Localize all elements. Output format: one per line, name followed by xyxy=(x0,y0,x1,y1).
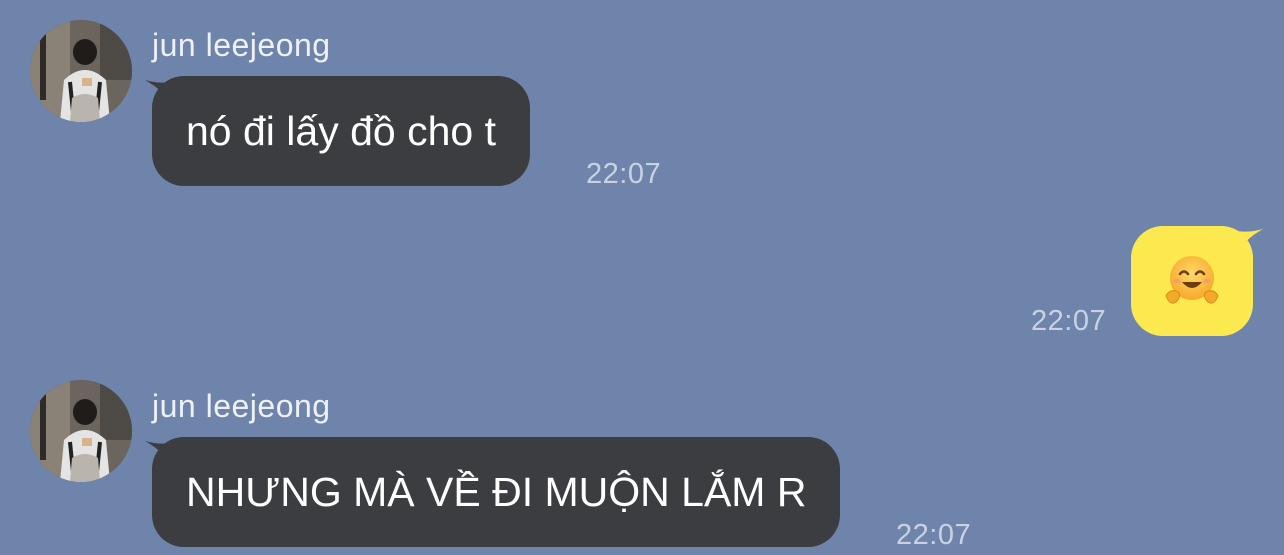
avatar[interactable] xyxy=(30,380,132,482)
message-text: nó đi lấy đồ cho t xyxy=(186,108,496,154)
profile-photo xyxy=(30,380,132,482)
sender-name: jun leejeong xyxy=(152,27,331,63)
bubble-tail xyxy=(1237,229,1263,253)
message-bubble-outgoing[interactable] xyxy=(1131,226,1253,336)
message-text: NHƯNG MÀ VỀ ĐI MUỘN LẮM R xyxy=(186,469,807,515)
avatar[interactable] xyxy=(30,20,132,122)
message-bubble-incoming[interactable]: NHƯNG MÀ VỀ ĐI MUỘN LẮM R xyxy=(152,437,841,547)
message-timestamp: 22:07 xyxy=(896,519,972,551)
profile-photo xyxy=(30,20,132,122)
chat-window: jun leejeong nó đi lấy đồ cho t 22:07 22… xyxy=(0,0,1284,555)
message-bubble-incoming[interactable]: nó đi lấy đồ cho t xyxy=(152,76,530,186)
message-timestamp: 22:07 xyxy=(1031,305,1107,337)
hugging-face-emoji-icon xyxy=(1165,256,1219,304)
message-timestamp: 22:07 xyxy=(586,158,662,190)
sender-name: jun leejeong xyxy=(152,388,331,424)
